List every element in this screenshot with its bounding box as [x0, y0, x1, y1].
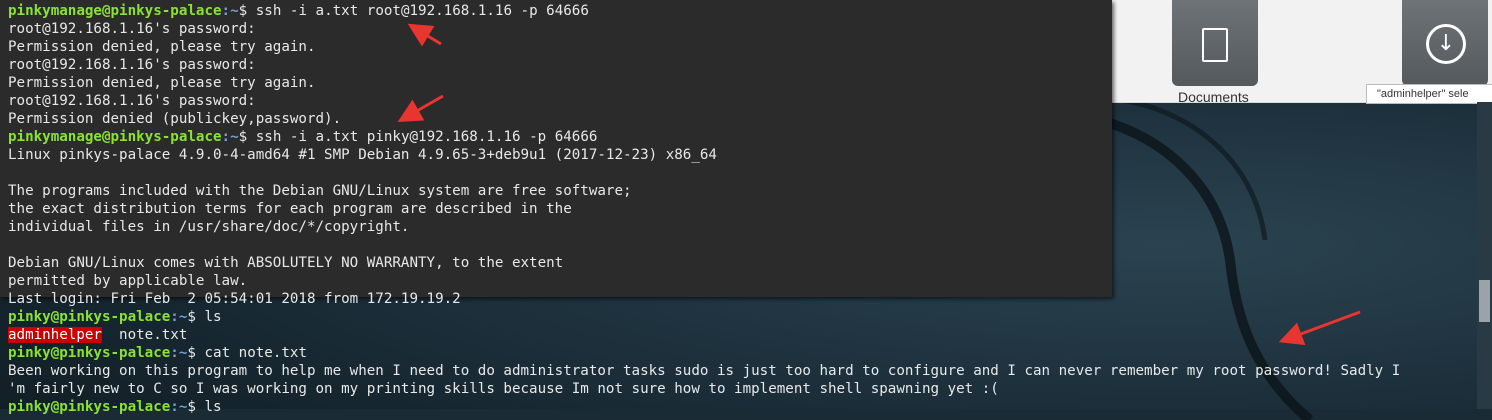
annotation-layer [397, 23, 1361, 346]
annotation-arrow [1278, 310, 1361, 346]
annotation-arrow [397, 94, 444, 122]
annotation-arrow [407, 23, 442, 47]
